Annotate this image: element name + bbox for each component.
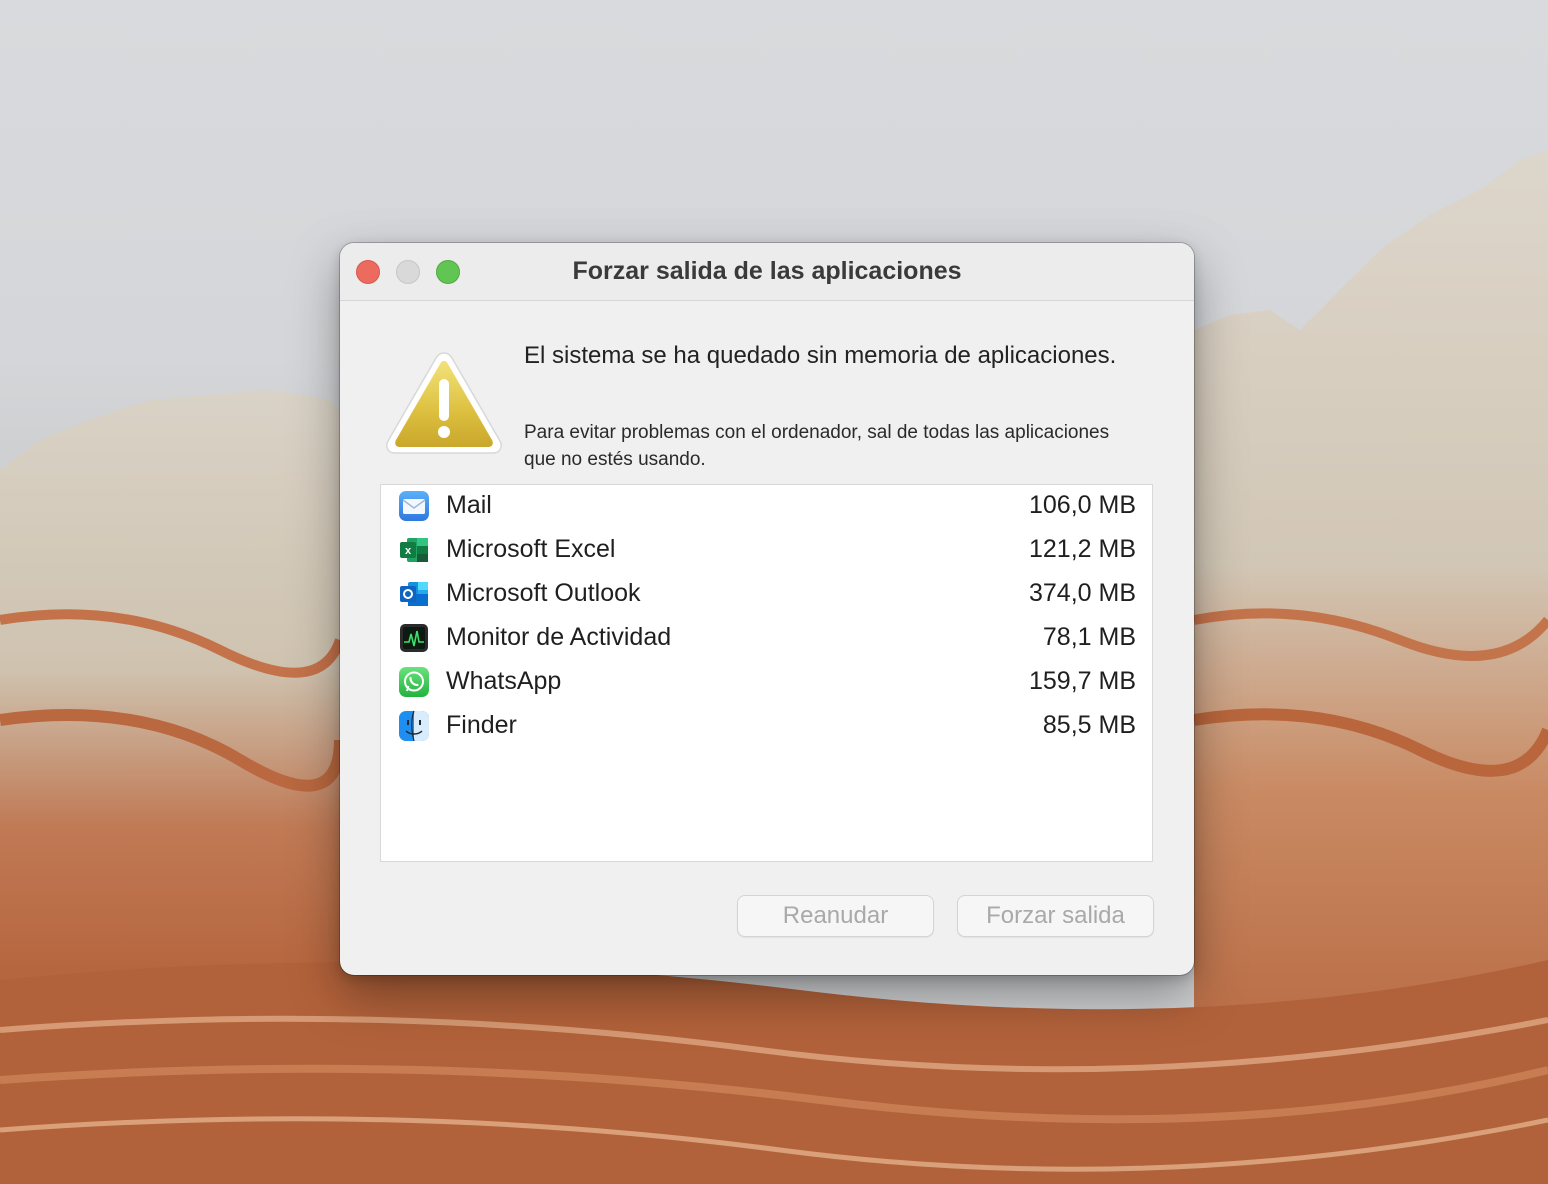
app-name: Mail [446, 491, 492, 519]
app-row-excel[interactable]: x Microsoft Excel 121,2 MB [381, 529, 1152, 573]
alert-message: Para evitar problemas con el ordenador, … [524, 422, 1110, 470]
app-name: Microsoft Outlook [446, 579, 641, 607]
app-row-activity-monitor[interactable]: Monitor de Actividad 78,1 MB [381, 617, 1152, 661]
finder-icon [399, 710, 429, 742]
app-row-finder[interactable]: Finder 85,5 MB [381, 705, 1152, 749]
app-name: Monitor de Actividad [446, 623, 672, 651]
alert-heading: El sistema se ha quedado sin memoria de … [524, 342, 1117, 369]
force-quit-window: Forzar salida de las aplicaciones El sis… [340, 243, 1194, 975]
warning-icon [386, 352, 502, 454]
svg-text:x: x [405, 545, 412, 557]
force-quit-button[interactable]: Forzar salida [957, 895, 1154, 937]
app-name: Finder [446, 711, 517, 739]
app-memory: 78,1 MB [1042, 623, 1136, 651]
app-memory: 159,7 MB [1028, 667, 1136, 695]
mail-icon [399, 491, 429, 521]
window-title: Forzar salida de las aplicaciones [572, 257, 962, 285]
app-name: WhatsApp [446, 667, 562, 695]
resume-button[interactable]: Reanudar [737, 895, 934, 937]
app-list[interactable]: Mail 106,0 MB x Microsoft Excel 121,2 MB [380, 484, 1153, 862]
title-bar[interactable]: Forzar salida de las aplicaciones [340, 243, 1194, 301]
whatsapp-icon [399, 667, 429, 697]
activity-monitor-icon [400, 624, 428, 652]
app-row-mail[interactable]: Mail 106,0 MB [381, 485, 1152, 529]
excel-icon: x [400, 538, 428, 562]
app-name: Microsoft Excel [446, 535, 616, 563]
app-row-whatsapp[interactable]: WhatsApp 159,7 MB [381, 661, 1152, 705]
app-memory: 374,0 MB [1028, 579, 1136, 607]
app-row-outlook[interactable]: Microsoft Outlook 374,0 MB [381, 573, 1152, 617]
app-memory: 85,5 MB [1042, 711, 1136, 739]
outlook-icon [400, 582, 428, 606]
app-memory: 106,0 MB [1028, 491, 1136, 519]
app-memory: 121,2 MB [1028, 535, 1136, 563]
